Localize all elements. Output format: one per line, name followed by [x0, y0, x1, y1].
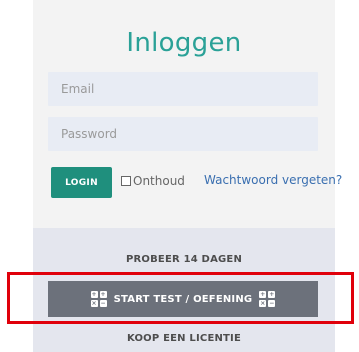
start-test-label: START TEST / OEFENING	[113, 293, 253, 305]
remember-checkbox[interactable]	[121, 176, 131, 186]
email-field[interactable]	[48, 72, 318, 106]
forgot-password-link[interactable]: Wachtwoord vergeten?	[204, 173, 342, 187]
start-test-button[interactable]: + + × − START TEST / OEFENING + + × −	[48, 281, 318, 317]
page-title: Inloggen	[126, 28, 242, 58]
password-field[interactable]	[48, 117, 318, 151]
grid-plus-minus-icon: + + × −	[90, 291, 107, 307]
login-button[interactable]: LOGIN	[51, 167, 112, 198]
remember-label: Onthoud	[133, 174, 185, 188]
remember-me[interactable]: Onthoud	[121, 174, 185, 188]
buy-license-link[interactable]: KOOP EEN LICENTIE	[33, 333, 335, 344]
try-14-days-link[interactable]: PROBEER 14 DAGEN	[33, 254, 335, 265]
grid-plus-minus-icon: + + × −	[259, 291, 276, 307]
